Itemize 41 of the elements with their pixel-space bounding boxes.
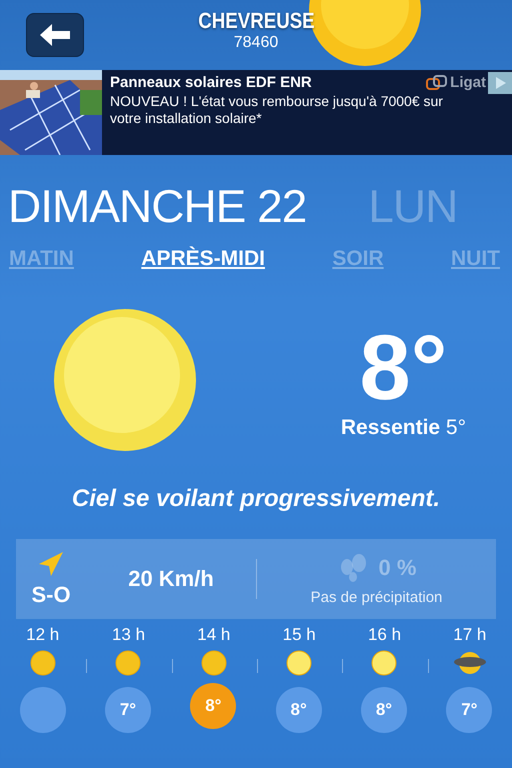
day-tab[interactable]: DIMANCHE 22 <box>8 179 306 237</box>
cloud-sun-icon <box>452 649 487 677</box>
hour-label: 15 h <box>282 625 316 645</box>
temperature-bubble[interactable]: 8° <box>190 683 236 729</box>
left-arrow-icon <box>40 24 70 46</box>
temperature-bubble[interactable]: 7° <box>446 687 492 733</box>
sun-icon <box>52 307 198 453</box>
hour-label: 14 h <box>197 625 230 645</box>
sun-icon <box>285 649 314 677</box>
sun-icon <box>114 649 142 677</box>
hour-label: 17 h <box>453 625 486 645</box>
temperature-bubble[interactable]: 8° <box>360 687 407 733</box>
feels-like: Ressentie 5° <box>340 416 466 440</box>
temperature-bubble[interactable]: 8° <box>276 687 322 733</box>
direction-arrow-icon <box>37 550 65 578</box>
weather-description: Ciel se voilant progressivement. <box>70 485 442 513</box>
rain-label: Pas de précipitation <box>310 588 442 606</box>
ad-banner[interactable]: Panneaux solaires EDF ENR NOUVEAU ! L'état vous rembourse jusqu'à 7000€ sur votre installation solaire* Ligat <box>0 70 512 155</box>
brand-name: Ligat <box>450 74 486 91</box>
period-tab[interactable]: NUIT <box>451 247 500 271</box>
sun-icon <box>200 649 228 677</box>
play-icon[interactable] <box>488 72 512 94</box>
hour-label: 13 h <box>112 625 146 645</box>
period-tab[interactable]: APRÈS-MIDI <box>141 247 265 271</box>
rain-percent: 0 % <box>378 554 416 580</box>
postcode: 78460 <box>234 34 278 52</box>
period-tab[interactable]: SOIR <box>332 247 384 271</box>
period-tab[interactable]: MATIN <box>9 247 74 271</box>
wind-direction: S-O <box>31 582 71 608</box>
sun-icon <box>370 649 398 677</box>
temperature-bubble[interactable]: 7° <box>104 687 151 733</box>
logo-icon <box>426 74 448 90</box>
back-button[interactable] <box>26 13 84 57</box>
ad-text: NOUVEAU ! L'état vous rembourse jusqu'à 7000€ sur votre installation solaire* <box>110 93 444 127</box>
ad-title: Panneaux solaires EDF ENR <box>110 74 312 91</box>
wind-speed: 20 Km/h <box>128 566 214 592</box>
sun-icon <box>28 649 57 677</box>
temperature-bubble[interactable] <box>20 687 66 733</box>
hour-label: 16 h <box>368 625 402 645</box>
hour-label: 12 h <box>26 625 60 645</box>
temperature: 8° <box>359 320 448 416</box>
